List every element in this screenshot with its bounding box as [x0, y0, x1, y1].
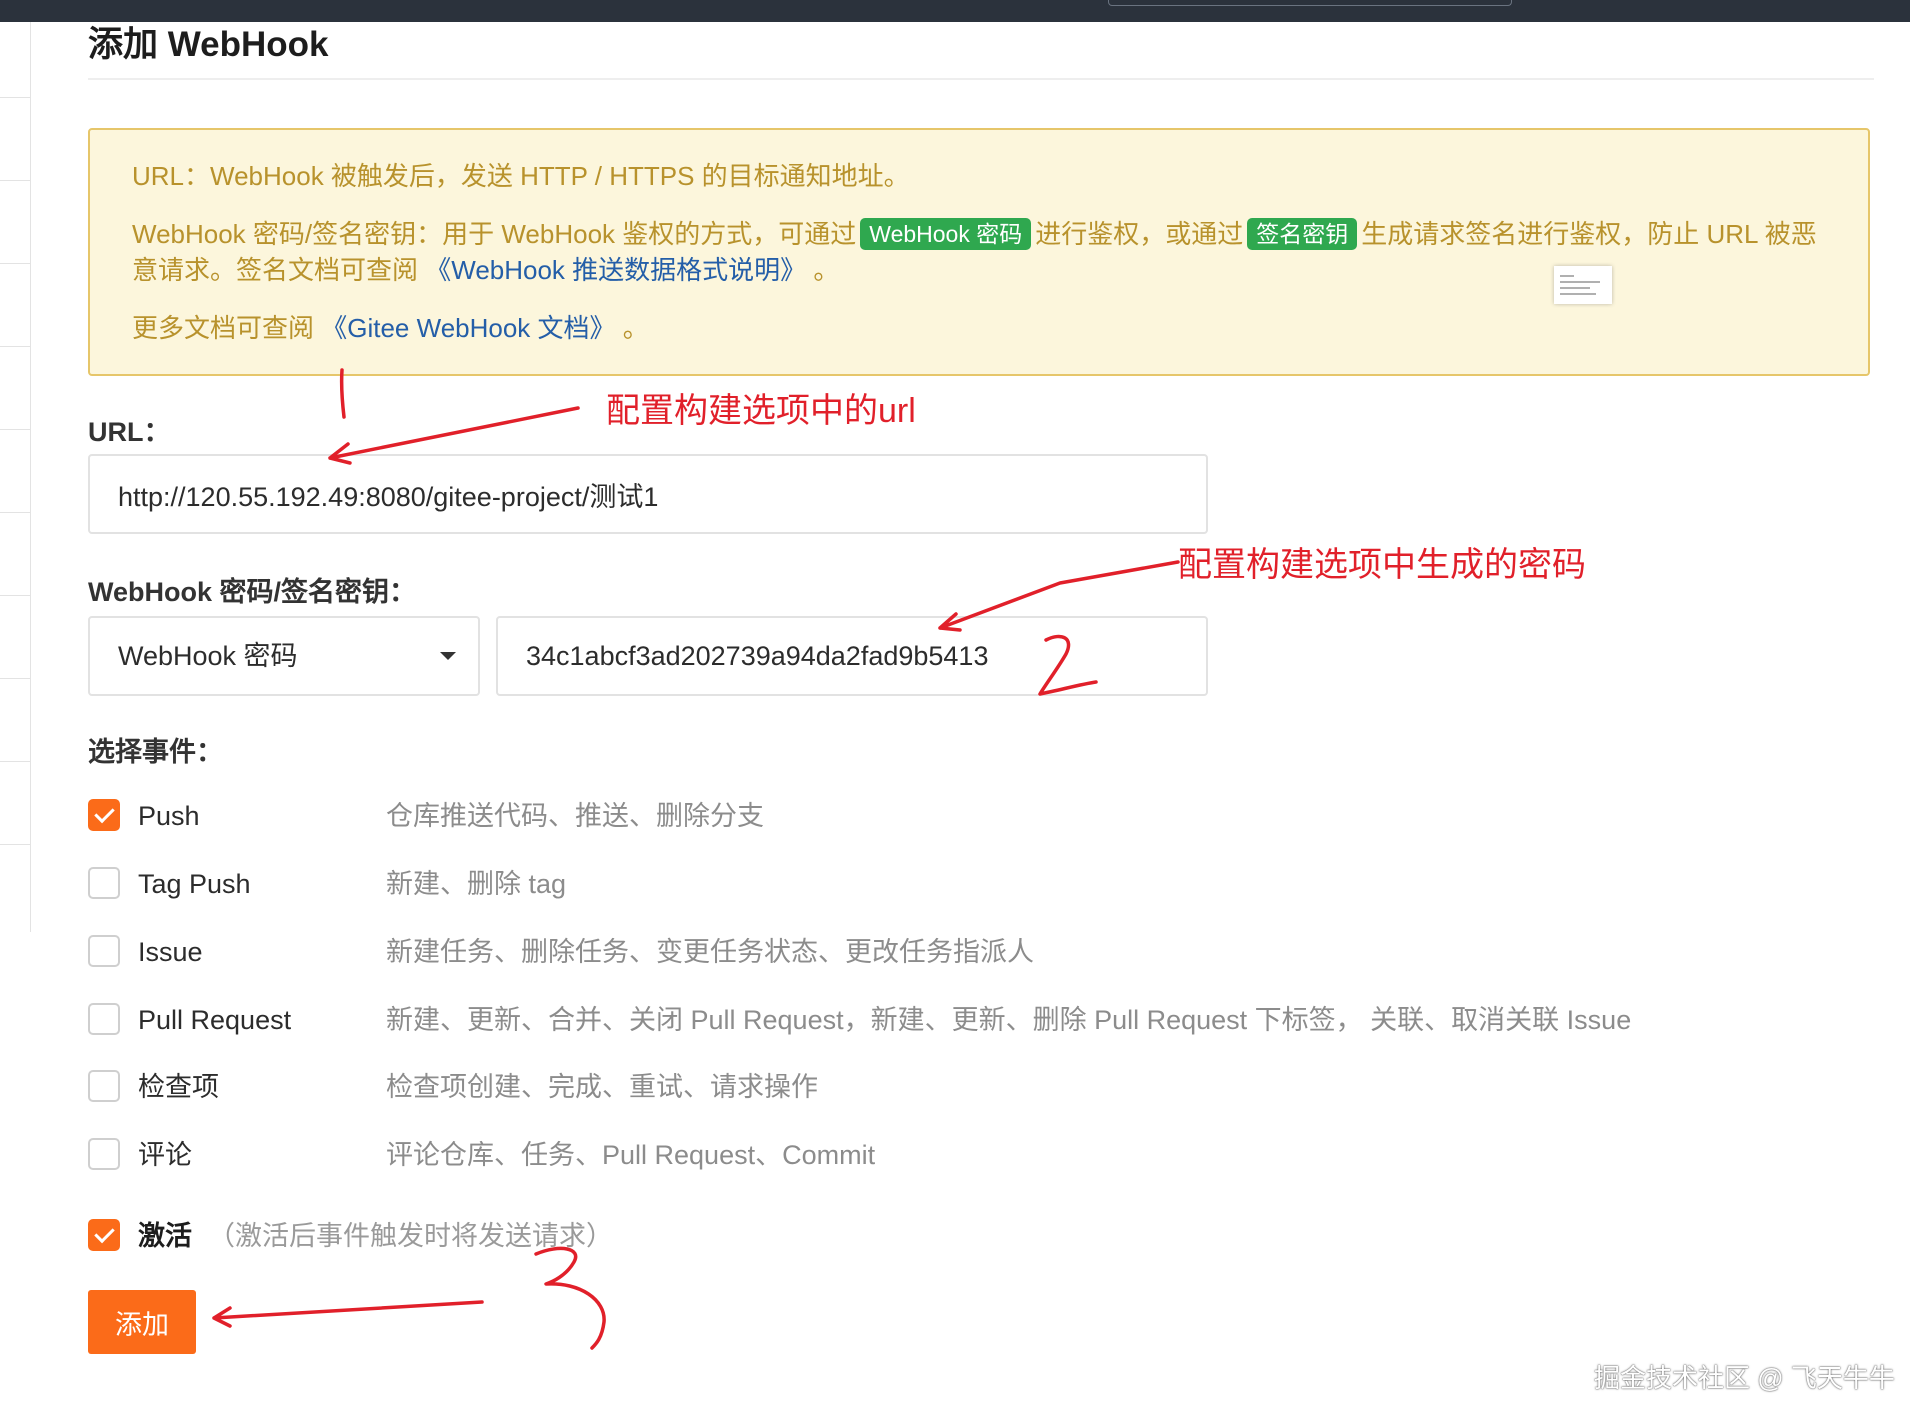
events-label: 选择事件： [88, 737, 223, 767]
annotation-mark-1 [339, 368, 346, 419]
url-label: URL： [88, 417, 171, 447]
notice-more-docs: 更多文档可查阅 《Gitee WebHook 文档》 。 [132, 310, 1826, 346]
checkbox-tag-push[interactable] [88, 867, 120, 899]
secret-type-select[interactable]: WebHook 密码 [88, 616, 480, 696]
active-label: 激活 [138, 1221, 192, 1251]
event-name: Issue [138, 937, 203, 967]
tag-signature-key: 签名密钥 [1247, 218, 1358, 250]
info-notice: URL：WebHook 被触发后，发送 HTTP / HTTPS 的目标通知地址… [88, 128, 1870, 376]
sidebar-divider [0, 595, 30, 596]
checkbox-active[interactable] [88, 1219, 120, 1251]
checkbox-pull-request[interactable] [88, 1003, 120, 1035]
event-name: 检查项 [138, 1072, 219, 1102]
event-desc: 评论仓库、任务、Pull Request、Commit [386, 1140, 876, 1170]
annotation-number-3 [534, 1246, 606, 1350]
checkbox-check[interactable] [88, 1070, 120, 1102]
title-divider [88, 78, 1874, 80]
url-input[interactable] [88, 454, 1208, 534]
notice-url-desc: URL：WebHook 被触发后，发送 HTTP / HTTPS 的目标通知地址… [132, 161, 910, 191]
sidebar-divider [0, 346, 30, 347]
event-name: 评论 [138, 1140, 192, 1170]
sidebar-divider [0, 429, 30, 430]
annotation-arrow-add [212, 1300, 484, 1328]
format-doc-link[interactable]: 《WebHook 推送数据格式说明》 [425, 255, 806, 285]
event-desc: 新建、删除 tag [386, 869, 567, 899]
notice-secret-text: 进行鉴权，或通过 [1035, 219, 1244, 249]
gitee-doc-link[interactable]: 《Gitee WebHook 文档》 [321, 313, 615, 343]
checkbox-comment[interactable] [88, 1138, 120, 1170]
checkbox-issue[interactable] [88, 935, 120, 967]
sidebar-divider [0, 263, 30, 264]
page-title: 添加 WebHook [88, 25, 329, 64]
top-search-box[interactable] [1108, 0, 1512, 6]
left-sidebar-rail [0, 22, 31, 932]
sidebar-divider [0, 180, 30, 181]
sidebar-divider [0, 678, 30, 679]
add-button[interactable]: 添加 [88, 1290, 196, 1354]
annotation-secret-note: 配置构建选项中生成的密码 [1178, 546, 1586, 584]
event-desc: 新建、更新、合并、关闭 Pull Request，新建、更新、删除 Pull R… [386, 1005, 1632, 1035]
pasted-thumbnail [1554, 266, 1612, 304]
sidebar-divider [0, 844, 30, 845]
secret-input[interactable] [496, 616, 1208, 696]
notice-suffix: 。 [622, 313, 649, 343]
tag-webhook-password: WebHook 密码 [860, 218, 1032, 250]
notice-more-text: 更多文档可查阅 [132, 313, 315, 343]
secret-type-value: WebHook 密码 [118, 641, 298, 671]
sidebar-divider [0, 512, 30, 513]
event-name: Pull Request [138, 1005, 292, 1035]
event-name: Tag Push [138, 869, 251, 899]
event-desc: 仓库推送代码、推送、删除分支 [386, 801, 764, 831]
sidebar-divider [0, 761, 30, 762]
event-desc: 新建任务、删除任务、变更任务状态、更改任务指派人 [386, 937, 1034, 967]
checkbox-push[interactable] [88, 799, 120, 831]
active-hint: （激活后事件触发时将发送请求） [208, 1221, 613, 1251]
notice-suffix: 。 [813, 255, 840, 285]
annotation-url-note: 配置构建选项中的url [606, 392, 916, 430]
notice-secret-text: WebHook 密码/签名密钥：用于 WebHook 鉴权的方式，可通过 [132, 219, 857, 249]
watermark: 掘金技术社区 @ 飞天牛牛 [1594, 1363, 1895, 1393]
sidebar-divider [0, 97, 30, 98]
event-desc: 检查项创建、完成、重试、请求操作 [386, 1072, 818, 1102]
caret-down-icon [440, 652, 456, 660]
event-name: Push [138, 801, 200, 831]
secret-label: WebHook 密码/签名密钥： [88, 577, 417, 607]
